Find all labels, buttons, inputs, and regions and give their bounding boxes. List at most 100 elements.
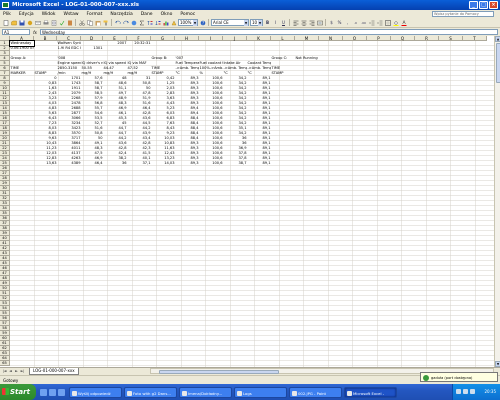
sheet-tab[interactable]: LOG-01-000-007-xxx (29, 368, 79, 375)
sort-ascending-icon[interactable] (146, 19, 153, 26)
maximize-button[interactable]: □ (479, 1, 488, 9)
last-sheet-icon[interactable]: ►| (20, 369, 25, 374)
open-icon[interactable] (10, 19, 17, 26)
cell[interactable]: 1301 (81, 46, 103, 51)
paste-icon[interactable] (94, 19, 101, 26)
minimize-button[interactable]: _ (469, 1, 478, 9)
font-name-select[interactable]: Arial CE ▼ (211, 19, 249, 26)
menu-format[interactable]: Format (87, 12, 103, 17)
column-header[interactable]: N (319, 36, 343, 41)
print-preview-icon[interactable] (50, 19, 57, 26)
cut-icon[interactable] (78, 19, 85, 26)
increase-indent-icon[interactable] (376, 19, 383, 26)
column-header[interactable]: J (223, 36, 247, 41)
cell[interactable]: Group A: (10, 56, 34, 61)
cell[interactable]: 89,3 (175, 161, 199, 166)
help-icon[interactable]: ? (199, 19, 206, 26)
redo-icon[interactable] (122, 19, 129, 26)
column-header[interactable]: O (343, 36, 367, 41)
chart-wizard-icon[interactable] (162, 19, 169, 26)
cell[interactable]: 13,63 (34, 161, 57, 166)
media-icon[interactable] (58, 388, 65, 396)
taskbar-item[interactable]: 002.JPG - Paint (289, 386, 342, 398)
taskbar-item[interactable]: Foto with g2 Dans... (124, 386, 177, 398)
italic-icon[interactable]: I (272, 19, 279, 26)
chevron-down-icon[interactable]: ▼ (244, 20, 248, 26)
cell[interactable]: 46,4 (81, 161, 103, 166)
cell[interactable]: 100,6 (199, 161, 223, 166)
fill-color-icon[interactable] (392, 19, 399, 26)
formula-input[interactable]: Wednesday (40, 29, 498, 35)
hyperlink-icon[interactable] (130, 19, 137, 26)
align-left-icon[interactable] (292, 19, 299, 26)
borders-icon[interactable] (384, 19, 391, 26)
column-header[interactable]: L (271, 36, 295, 41)
taskbar-item[interactable]: Imena/Dokładny... (179, 386, 232, 398)
close-button[interactable]: × (489, 1, 498, 9)
desktop-icon[interactable] (49, 388, 56, 396)
name-box[interactable]: A1 (2, 29, 30, 35)
new-icon[interactable] (2, 19, 9, 26)
copy-icon[interactable] (86, 19, 93, 26)
column-header[interactable]: P (367, 36, 391, 41)
print-icon[interactable] (42, 19, 49, 26)
drawing-icon[interactable] (170, 19, 177, 26)
cell[interactable]: 38,7 (223, 161, 247, 166)
sort-descending-icon[interactable] (154, 19, 161, 26)
align-right-icon[interactable] (308, 19, 315, 26)
permission-icon[interactable] (26, 19, 33, 26)
research-icon[interactable] (66, 19, 73, 26)
font-size-select[interactable]: 10 ▼ (250, 19, 263, 26)
cell[interactable]: 4389 (57, 161, 81, 166)
network-icon[interactable] (456, 389, 461, 394)
cell[interactable]: 89,1 (247, 161, 271, 166)
row-header[interactable]: 65 (0, 361, 10, 366)
menu-view[interactable]: Widok (42, 12, 56, 17)
browser-icon[interactable] (40, 388, 47, 396)
cell[interactable]: MARKER (10, 71, 34, 76)
next-sheet-icon[interactable]: ► (14, 369, 19, 374)
column-header[interactable]: K (247, 36, 271, 41)
vertical-scrollbar[interactable]: ▲ ▼ (494, 36, 500, 367)
cell[interactable]: 2007 (103, 41, 127, 46)
percent-icon[interactable]: % (336, 19, 343, 26)
bold-icon[interactable]: B (264, 19, 271, 26)
align-center-icon[interactable] (300, 19, 307, 26)
column-header[interactable]: S (439, 36, 463, 41)
column-header[interactable]: M (295, 36, 319, 41)
currency-icon[interactable]: $ (328, 19, 335, 26)
chevron-down-icon[interactable]: ▼ (258, 20, 262, 26)
function-icon[interactable]: fx (32, 30, 38, 35)
cell[interactable]: Group C: (271, 56, 295, 61)
spreadsheet-grid[interactable]: A B C D E F G H I J K L M N O P Q R S T 1 2 3 4 5 6 7 8 9 10 11 12 13 14 1… (0, 36, 500, 367)
undo-icon[interactable] (114, 19, 121, 26)
decrease-indent-icon[interactable] (368, 19, 375, 26)
cell[interactable]: 36 (103, 161, 127, 166)
menu-tools[interactable]: Narzędzia (110, 12, 132, 17)
column-header[interactable]: Q (391, 36, 415, 41)
cell[interactable]: Group B: (151, 56, 175, 61)
column-header[interactable]: H (175, 36, 199, 41)
horizontal-scroll-thumb[interactable] (159, 369, 279, 374)
cell[interactable]: 37,1 (127, 161, 151, 166)
menu-window[interactable]: Okno (161, 12, 173, 17)
notification-balloon[interactable]: gaduła (port dostępna) (420, 372, 498, 382)
menu-insert[interactable]: Wstaw (64, 12, 79, 17)
messenger-icon[interactable] (470, 389, 475, 394)
cell[interactable]: 20:32:31 (127, 41, 151, 46)
merge-center-icon[interactable] (316, 19, 323, 26)
taskbar-item[interactable]: Wyślij odpowiedź (69, 386, 122, 398)
help-search-input[interactable]: Wpisz pytanie do Pomocy (432, 11, 494, 17)
vertical-scroll-thumb[interactable] (495, 43, 500, 83)
underline-icon[interactable]: U (280, 19, 287, 26)
column-header[interactable]: B (34, 36, 57, 41)
column-header[interactable]: I (199, 36, 223, 41)
column-header[interactable]: R (415, 36, 439, 41)
save-icon[interactable] (18, 19, 25, 26)
column-header[interactable]: D (81, 36, 103, 41)
clock[interactable]: 20:35 (484, 389, 496, 394)
taskbar-item-excel[interactable]: Microsoft Excel - (344, 386, 397, 398)
cell[interactable]: Not Running (295, 56, 319, 61)
menu-file[interactable]: Plik (3, 12, 11, 17)
first-sheet-icon[interactable]: |◄ (2, 369, 7, 374)
